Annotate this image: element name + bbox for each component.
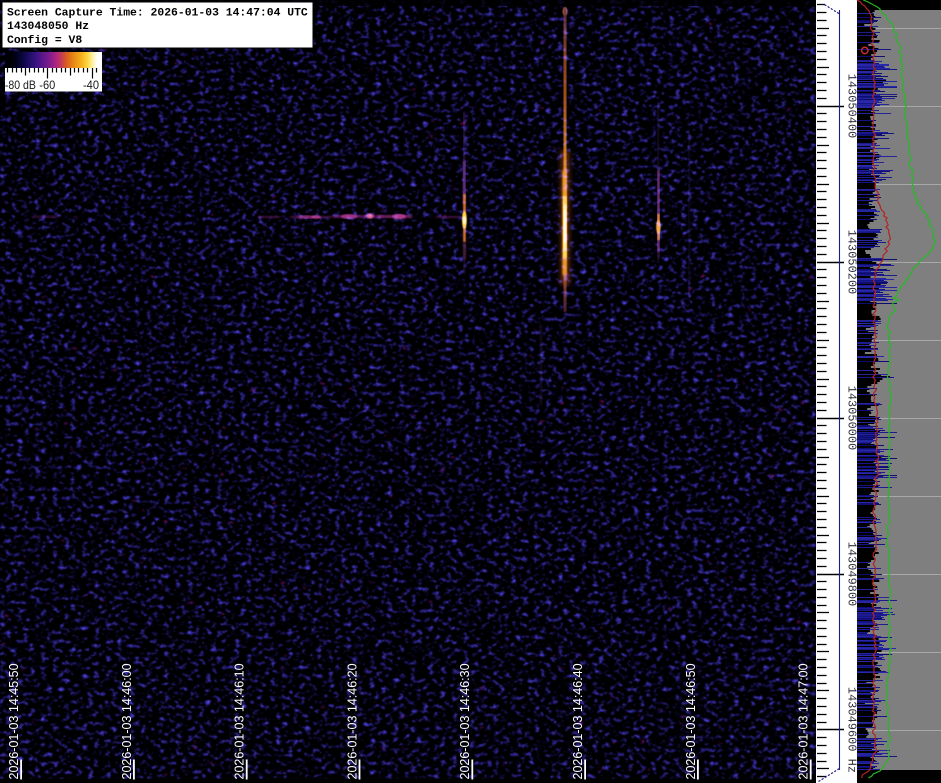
svg-text:143050200: 143050200 [845,230,859,295]
svg-text:2026-01-03 14:46:00: 2026-01-03 14:46:00 [120,663,134,779]
svg-text:2026-01-03 14:45:50: 2026-01-03 14:45:50 [7,663,21,779]
svg-text:Screen Capture Time: 2026-01-0: Screen Capture Time: 2026-01-03 14:47:04… [7,8,308,20]
svg-text:Config = V8: Config = V8 [7,35,82,47]
svg-text:-40: -40 [83,78,99,92]
svg-text:-60: -60 [39,78,55,92]
svg-text:2026-01-03 14:46:10: 2026-01-03 14:46:10 [233,663,247,779]
svg-text:143050000: 143050000 [845,386,859,451]
svg-text:-80 dB: -80 dB [5,78,36,92]
svg-text:2026-01-03 14:46:30: 2026-01-03 14:46:30 [458,663,472,779]
svg-text:143048050 Hz: 143048050 Hz [7,21,89,33]
svg-text:2026-01-03 14:46:50: 2026-01-03 14:46:50 [684,663,698,779]
svg-text:143050400: 143050400 [845,74,859,139]
svg-text:143049600 Hz: 143049600 Hz [845,687,859,773]
svg-text:2026-01-03 14:46:20: 2026-01-03 14:46:20 [345,663,359,779]
svg-text:143049800: 143049800 [845,542,859,607]
svg-text:2026-01-03 14:47:00: 2026-01-03 14:47:00 [797,663,811,779]
svg-text:2026-01-03 14:46:40: 2026-01-03 14:46:40 [571,663,585,779]
